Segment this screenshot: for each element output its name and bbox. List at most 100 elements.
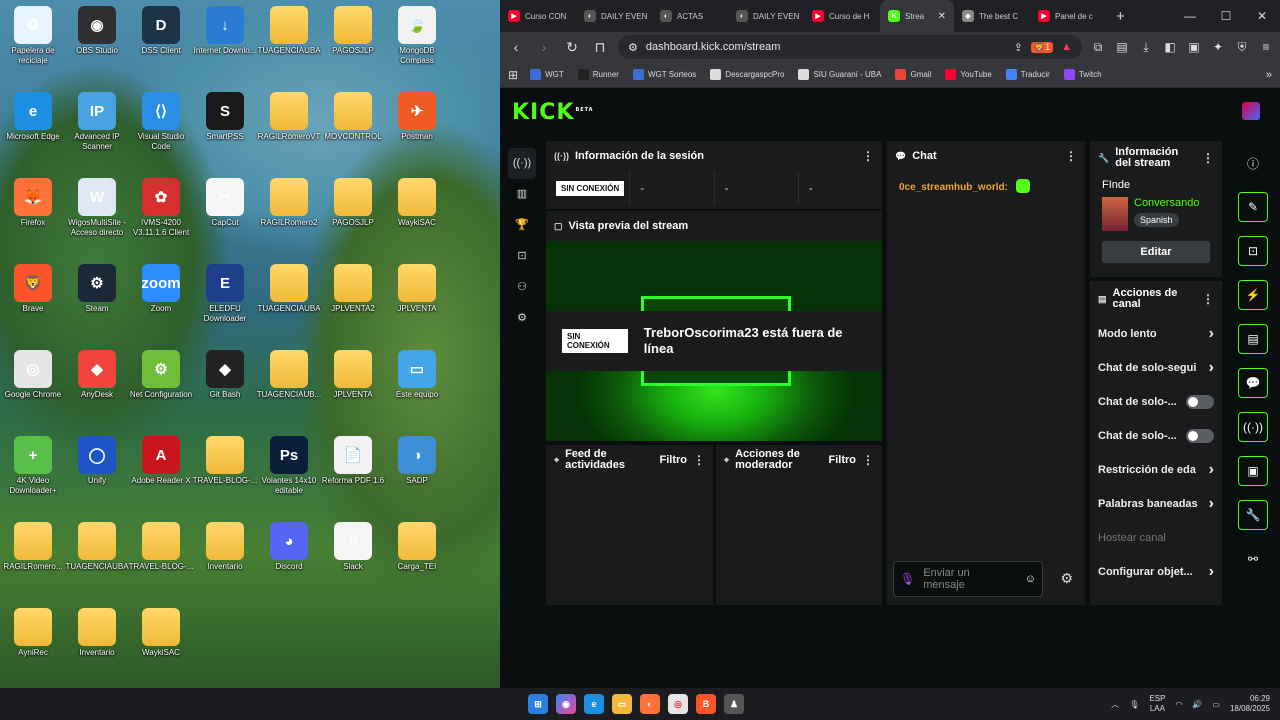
desktop-icon[interactable]: RAGILRomero2 [256,178,322,228]
channel-action-row[interactable]: Chat de solo-... [1090,419,1222,453]
sidebar-icon[interactable]: ◧ [1162,40,1178,54]
desktop-icon[interactable]: ◕ Discord [256,522,322,572]
wallet-icon[interactable]: ▣ [1186,40,1202,54]
reader-icon[interactable]: ▤ [1114,40,1130,54]
browser-tab[interactable]: ▶ Curso de H [804,0,880,32]
microphone-icon[interactable]: 🎙 [900,572,915,586]
desktop-icon[interactable]: AyniRec [0,608,66,658]
bookmark-item[interactable]: Twitch [1063,69,1102,80]
desktop-icon[interactable]: A Adobe Reader X [128,436,194,486]
browser-tab[interactable]: ▶ Curso CON [500,0,576,32]
bookmark-item[interactable]: Traducir [1005,69,1050,80]
desktop-icon[interactable]: D DSS Client [128,6,194,56]
desktop-icon[interactable]: TUAGENCIAUB... [256,350,322,400]
close-window-button[interactable]: ✕ [1244,9,1280,23]
desktop-icon[interactable]: PAGOSJLP [320,178,386,228]
wifi-icon[interactable]: ◠ [1175,700,1182,709]
apps-icon[interactable]: ⊞ [508,68,518,82]
desktop-icon[interactable]: ◆ Git Bash [192,350,258,400]
desktop-icon[interactable]: ▭ Este equipo [384,350,450,400]
battery-icon[interactable]: ▭ [1212,700,1220,709]
channel-action-row[interactable]: Chat de solo-segui › [1090,351,1222,385]
desktop-icon[interactable]: ✿ IVMS-4200 V3.11.1.6 Client [128,178,194,238]
chat-icon[interactable]: 💬 [1238,368,1268,398]
desktop-icon[interactable]: ✂ CapCut [192,178,258,228]
desktop-icon[interactable]: # Slack [320,522,386,572]
capture-icon[interactable]: ⊡ [1238,236,1268,266]
vpn-icon[interactable]: ⛨ [1234,40,1250,55]
bookmark-icon[interactable]: ⊓ [590,39,610,56]
channel-action-row[interactable]: Restricción de eda › [1090,453,1222,487]
desktop-icon[interactable]: RAGILRomeroVT [256,92,322,142]
mod-view-icon[interactable]: ▣ [1238,456,1268,486]
desktop-icon[interactable]: Inventario [64,608,130,658]
more-bookmarks-icon[interactable]: » [1266,69,1272,81]
browser-tab[interactable]: ◆ The best C [954,0,1030,32]
desktop-icon[interactable]: ↓ Internet Downlo... [192,6,258,56]
broadcast-icon[interactable]: ((·)) [1238,412,1268,442]
clock[interactable]: 06:29 18/08/2025 [1230,694,1270,714]
browser-tab[interactable]: ◐ DAILY EVEN [576,0,652,32]
desktop-icon[interactable]: zoom Zoom [128,264,194,314]
desktop-icon[interactable]: 📄 Reforma PDF 1.6 [320,436,386,486]
desktop-icon[interactable]: IP Advanced IP Scanner [64,92,130,152]
leo-icon[interactable]: ✦ [1210,40,1226,54]
chevron-up-icon[interactable]: ︿ [1111,699,1119,710]
forward-icon[interactable]: › [534,39,554,55]
copilot-icon[interactable]: ◉ [556,694,576,714]
desktop-icon[interactable]: ◑ SADP [384,436,450,486]
desktop-icon[interactable]: TRAVEL-BLOG-... [192,436,258,486]
site-info-icon[interactable]: ⚙ [628,41,638,54]
minimize-button[interactable]: — [1172,9,1208,23]
desktop-icon[interactable]: TUAGENCIAUBA [256,6,322,56]
browser-tab[interactable]: ◐ ACTAS [652,0,728,32]
share-icon[interactable]: ⇪ [1014,41,1023,54]
extensions-icon[interactable]: ⧉ [1090,40,1106,55]
more-options-icon[interactable]: ⋮ [1202,292,1214,306]
desktop-icon[interactable]: ◆ AnyDesk [64,350,130,400]
channel-action-row[interactable]: Modo lento › [1090,317,1222,351]
bookmark-item[interactable]: WGT [530,69,564,80]
edit-icon[interactable]: ✎ [1238,192,1268,222]
maximize-button[interactable]: ☐ [1208,9,1244,23]
more-options-icon[interactable]: ⋮ [1202,151,1214,165]
new-tab-button[interactable]: + [1106,8,1135,25]
desktop-icon[interactable]: ◯ Unify [64,436,130,486]
more-options-icon[interactable]: ⋮ [862,149,874,163]
analytics-icon[interactable]: ▥ [508,179,536,210]
start-icon[interactable]: ⊞ [528,694,548,714]
desktop-icon[interactable]: +4K Video Downloader+ [0,436,66,496]
desktop-icon[interactable]: 🦊 Firefox [0,178,66,228]
desktop-icon[interactable]: ✈ Postman [384,92,450,142]
desktop-icon[interactable]: ◉ OBS Studio [64,6,130,56]
reload-icon[interactable]: ↻ [562,39,582,56]
brave-icon[interactable]: B [696,694,716,714]
edit-button[interactable]: Editar [1102,241,1210,263]
desktop-icon[interactable]: TUAGENCIAUBA [64,522,130,572]
chat-input[interactable]: 🎙 Enviar un mensaje ☺ [893,561,1043,597]
chat-username[interactable]: 0ce_streamhub_world: [899,182,1008,193]
broadcast-icon[interactable]: ((·)) [508,148,536,179]
avatar[interactable] [1242,102,1260,120]
desktop-icon[interactable]: Ps Volantes 14x10 editable [256,436,322,496]
chat-settings-icon[interactable]: ⚙ [1060,570,1073,587]
desktop-icon[interactable]: 🦁 Brave [0,264,66,314]
settings-icon[interactable]: ⚙ [508,303,536,334]
more-options-icon[interactable]: ⋮ [693,453,705,467]
desktop-icon[interactable]: ⟨⟩ Visual Studio Code [128,92,194,152]
toggle-switch[interactable] [1186,429,1214,443]
bookmark-item[interactable]: YouTube [945,69,992,80]
toggle-switch[interactable] [1186,395,1214,409]
desktop-icon[interactable]: WaykiSAC [128,608,194,658]
category-thumbnail[interactable] [1102,197,1128,231]
category-link[interactable]: Conversando [1134,197,1199,209]
desktop-icon[interactable]: TUAGENCIAUBA [256,264,322,314]
firefox-icon[interactable]: ◐ [640,694,660,714]
channel-action-row[interactable]: Hostear canal [1090,521,1222,555]
desktop-icon[interactable]: Inventario [192,522,258,572]
emoji-icon[interactable]: ☺ [1025,573,1036,585]
desktop-icon[interactable]: ◎ Google Chrome [0,350,66,400]
bookmark-item[interactable]: SIU Guaraní - UBA [798,69,881,80]
wrench-icon[interactable]: 🔧 [1238,500,1268,530]
language-indicator[interactable]: ESP LAA [1149,694,1165,714]
